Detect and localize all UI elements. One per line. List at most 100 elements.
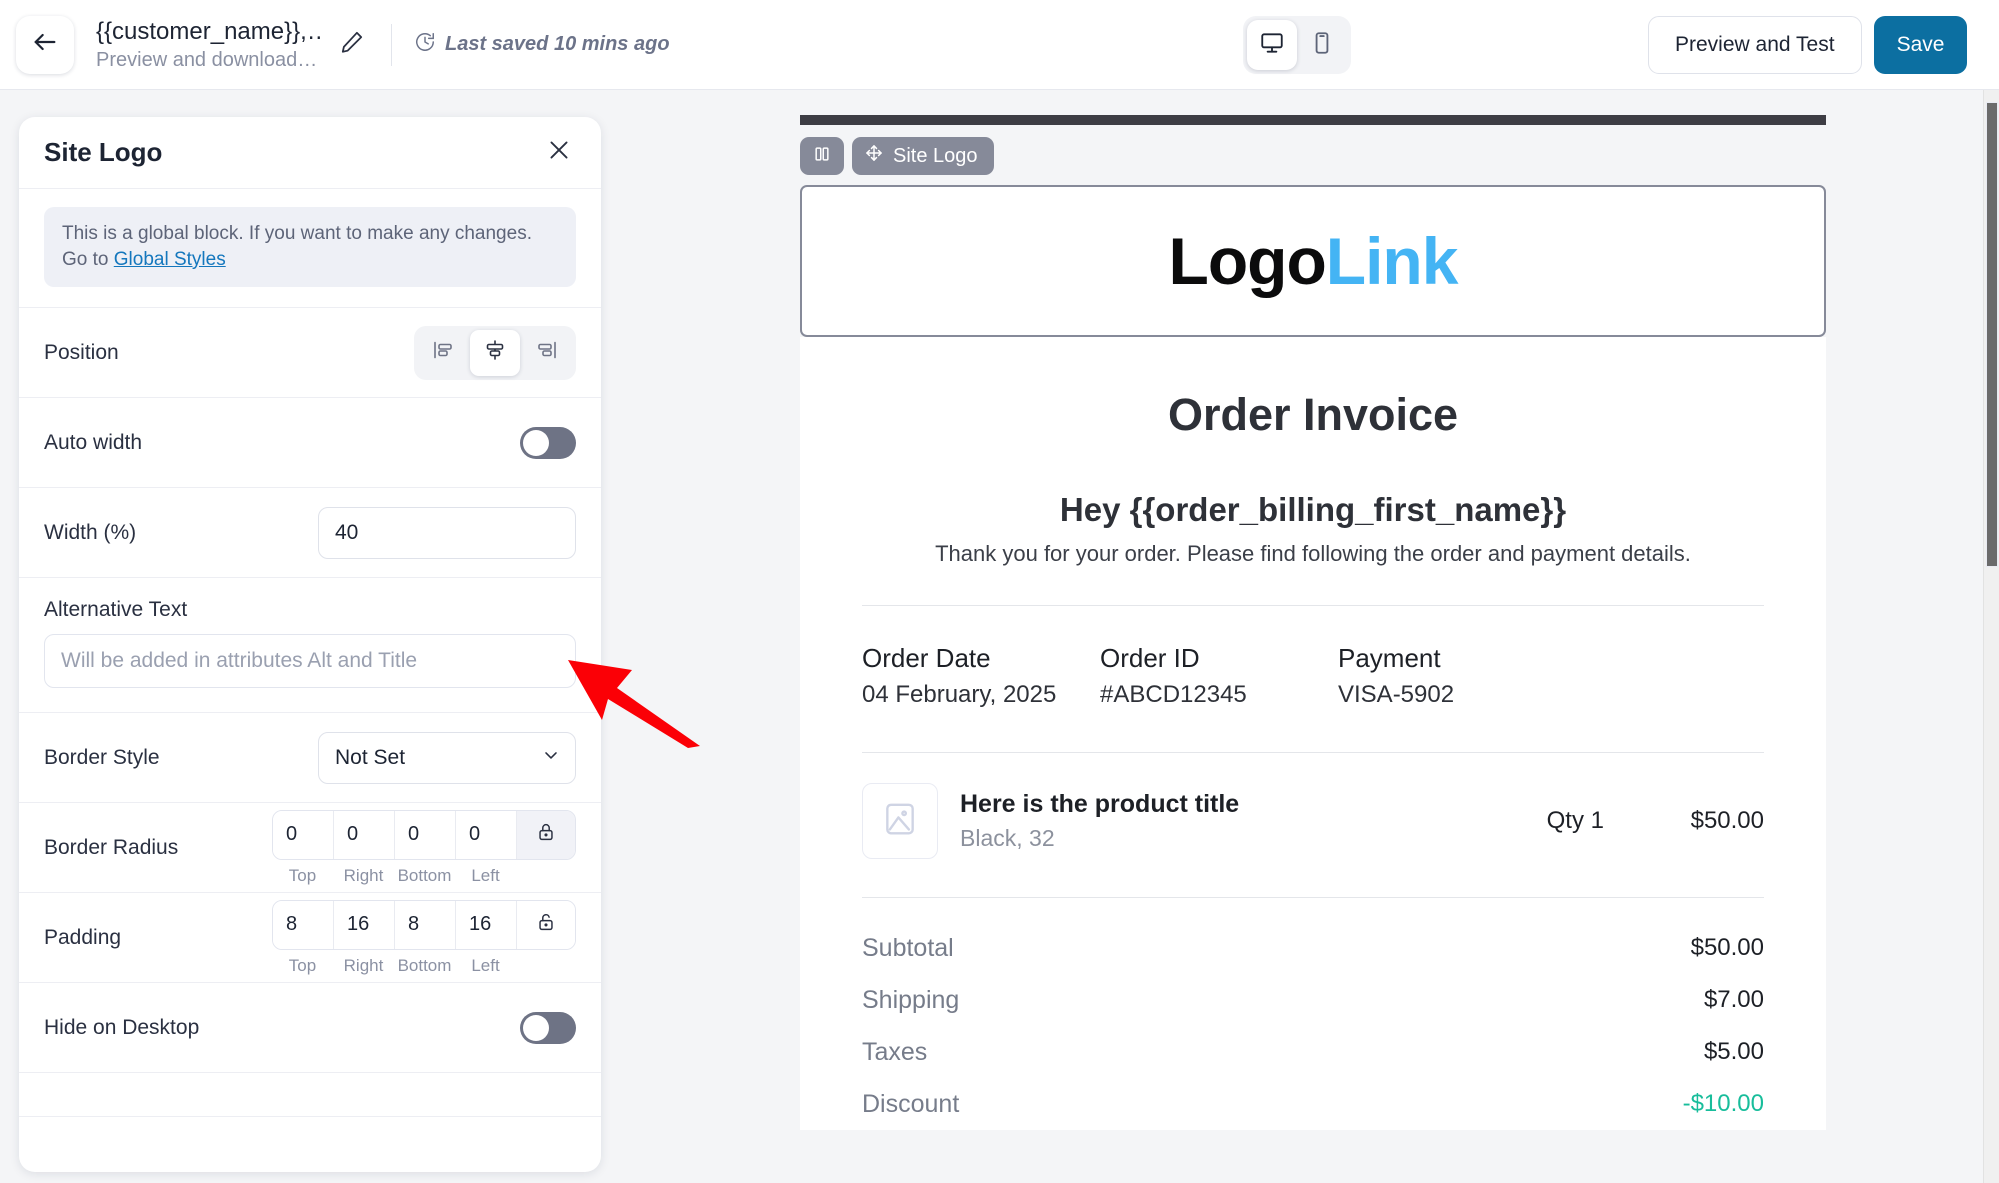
width-row: Width (%) 40 [19,488,601,578]
settings-panel-title: Site Logo [44,137,163,167]
width-input[interactable]: 40 [318,506,576,559]
device-mobile-button[interactable] [1297,20,1347,70]
align-center-icon [483,338,507,367]
total-label: Subtotal [862,933,954,962]
padding-side-bottom: Bottom [397,955,452,975]
align-right-icon [535,338,559,367]
border-style-row: Border Style Not Set [19,713,601,803]
align-left-button[interactable] [418,330,468,376]
invoice-line-item: Here is the product title Black, 32 Qty … [862,753,1764,859]
block-selected-chip[interactable]: Site Logo [852,137,994,175]
invoice-meta-label: Payment [1338,643,1441,673]
lock-closed-icon [535,821,557,848]
vertical-scrollbar-thumb[interactable] [1986,102,1998,567]
global-styles-link[interactable]: Global Styles [114,249,226,270]
toolbar-divider [391,23,392,66]
invoice-meta-value: #ABCD12345 [1100,681,1247,708]
padding-right-input[interactable]: 16 [334,900,395,949]
padding-control: 8 16 8 16 Top Right Bottom Left [272,899,576,976]
site-logo-block[interactable]: LogoLink [800,185,1826,337]
border-style-label: Border Style [44,745,160,769]
invoice-meta-value: 04 February, 2025 [862,681,1057,708]
product-title: Here is the product title [960,790,1240,818]
vertical-scrollbar[interactable] [1983,90,1999,1183]
save-label: Save [1896,33,1945,56]
image-placeholder-icon [881,800,919,843]
invoice-thanks: Thank you for your order. Please find fo… [935,541,1691,566]
padding-top-input[interactable]: 8 [273,900,334,949]
padding-bottom-input[interactable]: 8 [395,900,456,949]
hide-on-desktop-toggle[interactable] [520,1011,576,1044]
block-columns-button[interactable] [800,137,844,175]
close-panel-button[interactable] [542,136,576,170]
total-label: Taxes [862,1037,928,1066]
total-row: Shipping $7.00 [862,974,1764,1026]
padding-left-input[interactable]: 16 [456,900,517,949]
product-thumbnail [862,783,938,859]
settings-panel-header: Site Logo [19,117,601,189]
preview-and-test-button[interactable]: Preview and Test [1648,16,1862,74]
total-row: Discount -$10.00 [862,1078,1764,1130]
border-radius-side-labels: Top Right Bottom Left [272,866,516,886]
hide-on-desktop-toggle-knob [523,1014,549,1041]
auto-width-toggle-knob [523,429,549,456]
border-radius-control: 0 0 0 0 Top Right Bottom Left [272,809,576,886]
padding-lock-button[interactable] [517,900,575,949]
padding-side-right: Right [343,955,384,975]
align-left-icon [431,338,455,367]
border-radius-left-input[interactable]: 0 [456,810,517,859]
global-block-notice: This is a global block. If you want to m… [44,207,576,287]
align-right-button[interactable] [522,330,572,376]
position-row: Position [19,308,601,398]
total-row: Taxes $5.00 [862,1026,1764,1078]
border-radius-side-bottom: Bottom [397,865,452,885]
lock-open-icon [535,911,557,938]
border-radius-lock-button[interactable] [517,810,575,859]
invoice-meta-label: Order ID [1100,643,1200,673]
total-label: Shipping [862,985,960,1014]
border-radius-right-input[interactable]: 0 [334,810,395,859]
padding-side-labels: Top Right Bottom Left [272,956,516,976]
save-button[interactable]: Save [1874,16,1967,74]
total-value: $5.00 [1703,1038,1764,1065]
top-bar: {{customer_name}},… Preview and download… [0,0,1999,90]
chevron-down-icon [541,745,561,771]
alternative-text-input[interactable]: Will be added in attributes Alt and Titl… [44,634,576,688]
invoice-meta-order-date: Order Date 04 February, 2025 [862,640,1100,714]
border-style-value: Not Set [335,745,406,769]
total-label: Discount [862,1089,960,1118]
border-radius-side-right: Right [343,865,384,885]
product-quantity: Qty 1 [1546,807,1604,834]
close-icon [546,137,572,168]
padding-fields: 8 16 8 16 [272,899,576,950]
position-label: Position [44,340,119,364]
invoice-body: Order Invoice Hey {{order_billing_first_… [800,337,1826,1130]
document-title: {{customer_name}},… [96,17,321,45]
auto-width-label: Auto width [44,430,143,454]
total-value: $50.00 [1690,934,1764,961]
hide-on-desktop-label: Hide on Desktop [44,1015,200,1039]
border-radius-top-input[interactable]: 0 [273,810,334,859]
border-radius-fields: 0 0 0 0 [272,809,576,860]
auto-width-toggle[interactable] [520,426,576,459]
edit-title-button[interactable] [335,28,369,62]
border-radius-bottom-input[interactable]: 0 [395,810,456,859]
padding-row: Padding 8 16 8 16 Top Right Bottom Left [19,893,601,983]
invoice-meta-order-id: Order ID #ABCD12345 [1100,640,1338,714]
logo-part-2: Link [1325,224,1459,298]
padding-label: Padding [44,925,122,949]
columns-icon [812,144,832,169]
invoice-greeting: Hey {{order_billing_first_name}} [1059,491,1567,528]
device-desktop-button[interactable] [1247,20,1297,70]
clock-icon [414,31,436,59]
last-saved-text: Last saved 10 mins ago [445,33,670,55]
preview-and-test-label: Preview and Test [1675,33,1835,56]
workspace: Site Logo This is a global block. If you… [0,90,1999,1183]
product-variant: Black, 32 [960,825,1055,851]
move-icon [864,143,884,169]
border-style-select[interactable]: Not Set [318,731,576,784]
align-center-button[interactable] [470,329,520,376]
invoice-title: Order Invoice [1167,389,1459,440]
back-button[interactable] [16,15,74,74]
last-saved-status: Last saved 10 mins ago [414,31,670,59]
